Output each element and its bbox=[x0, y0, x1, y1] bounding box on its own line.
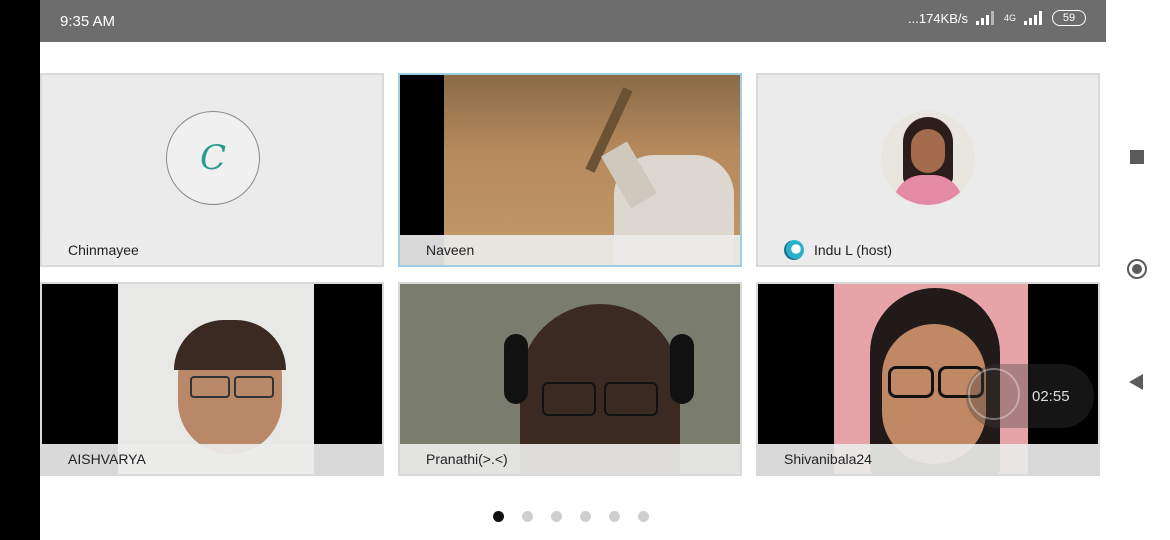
page-indicator bbox=[493, 511, 649, 522]
participant-name: Pranathi(>.<) bbox=[426, 451, 508, 467]
participant-name-bar: Shivanibala24 bbox=[758, 444, 1098, 474]
page-dot-1[interactable] bbox=[493, 511, 504, 522]
participant-tile-aishvarya[interactable]: AISHVARYA bbox=[40, 282, 384, 476]
participant-name: Shivanibala24 bbox=[784, 451, 872, 467]
triangle-back-icon[interactable] bbox=[1129, 374, 1143, 390]
participant-name-bar: AISHVARYA bbox=[42, 444, 382, 474]
page-dot-5[interactable] bbox=[609, 511, 620, 522]
page-dot-6[interactable] bbox=[638, 511, 649, 522]
participant-name-bar: Indu L (host) bbox=[758, 235, 1098, 265]
avatar bbox=[881, 111, 975, 205]
status-time: 9:35 AM bbox=[60, 13, 116, 30]
network-speed: ...174KB/s bbox=[908, 10, 968, 26]
network-type: 4G bbox=[1003, 13, 1016, 23]
record-icon bbox=[968, 368, 1020, 420]
participant-tile-chinmayee[interactable]: C Chinmayee bbox=[40, 73, 384, 267]
circle-home-icon[interactable] bbox=[1127, 259, 1147, 279]
participant-name-bar: Pranathi(>.<) bbox=[400, 444, 740, 474]
participant-name: Indu L (host) bbox=[814, 242, 893, 258]
battery-icon: 59 bbox=[1052, 10, 1086, 26]
participant-name: Naveen bbox=[426, 242, 475, 258]
participant-tile-pranathi[interactable]: Pranathi(>.<) bbox=[398, 282, 742, 476]
left-black-bar bbox=[0, 0, 40, 540]
participant-name: Chinmayee bbox=[68, 242, 139, 258]
participant-name: AISHVARYA bbox=[68, 451, 146, 467]
signal-icon-2 bbox=[1024, 11, 1044, 25]
timer-value: 02:55 bbox=[1032, 388, 1070, 405]
android-nav-bar bbox=[1106, 0, 1170, 540]
page-dot-4[interactable] bbox=[580, 511, 591, 522]
page-dot-3[interactable] bbox=[551, 511, 562, 522]
square-icon[interactable] bbox=[1130, 150, 1144, 164]
participant-tile-naveen[interactable]: Naveen bbox=[398, 73, 742, 267]
participant-name-bar: Naveen bbox=[400, 235, 740, 265]
host-icon bbox=[784, 240, 804, 260]
status-bar: 9:35 AM ...174KB/s 4G 59 bbox=[40, 0, 1106, 42]
status-icons: ...174KB/s 4G 59 bbox=[908, 10, 1086, 26]
recording-timer[interactable]: 02:55 bbox=[966, 364, 1094, 428]
signal-icon bbox=[975, 11, 996, 25]
participant-tile-indu[interactable]: Indu L (host) bbox=[756, 73, 1100, 267]
avatar: C bbox=[166, 111, 260, 205]
participant-name-bar: Chinmayee bbox=[42, 235, 382, 265]
page-dot-2[interactable] bbox=[522, 511, 533, 522]
